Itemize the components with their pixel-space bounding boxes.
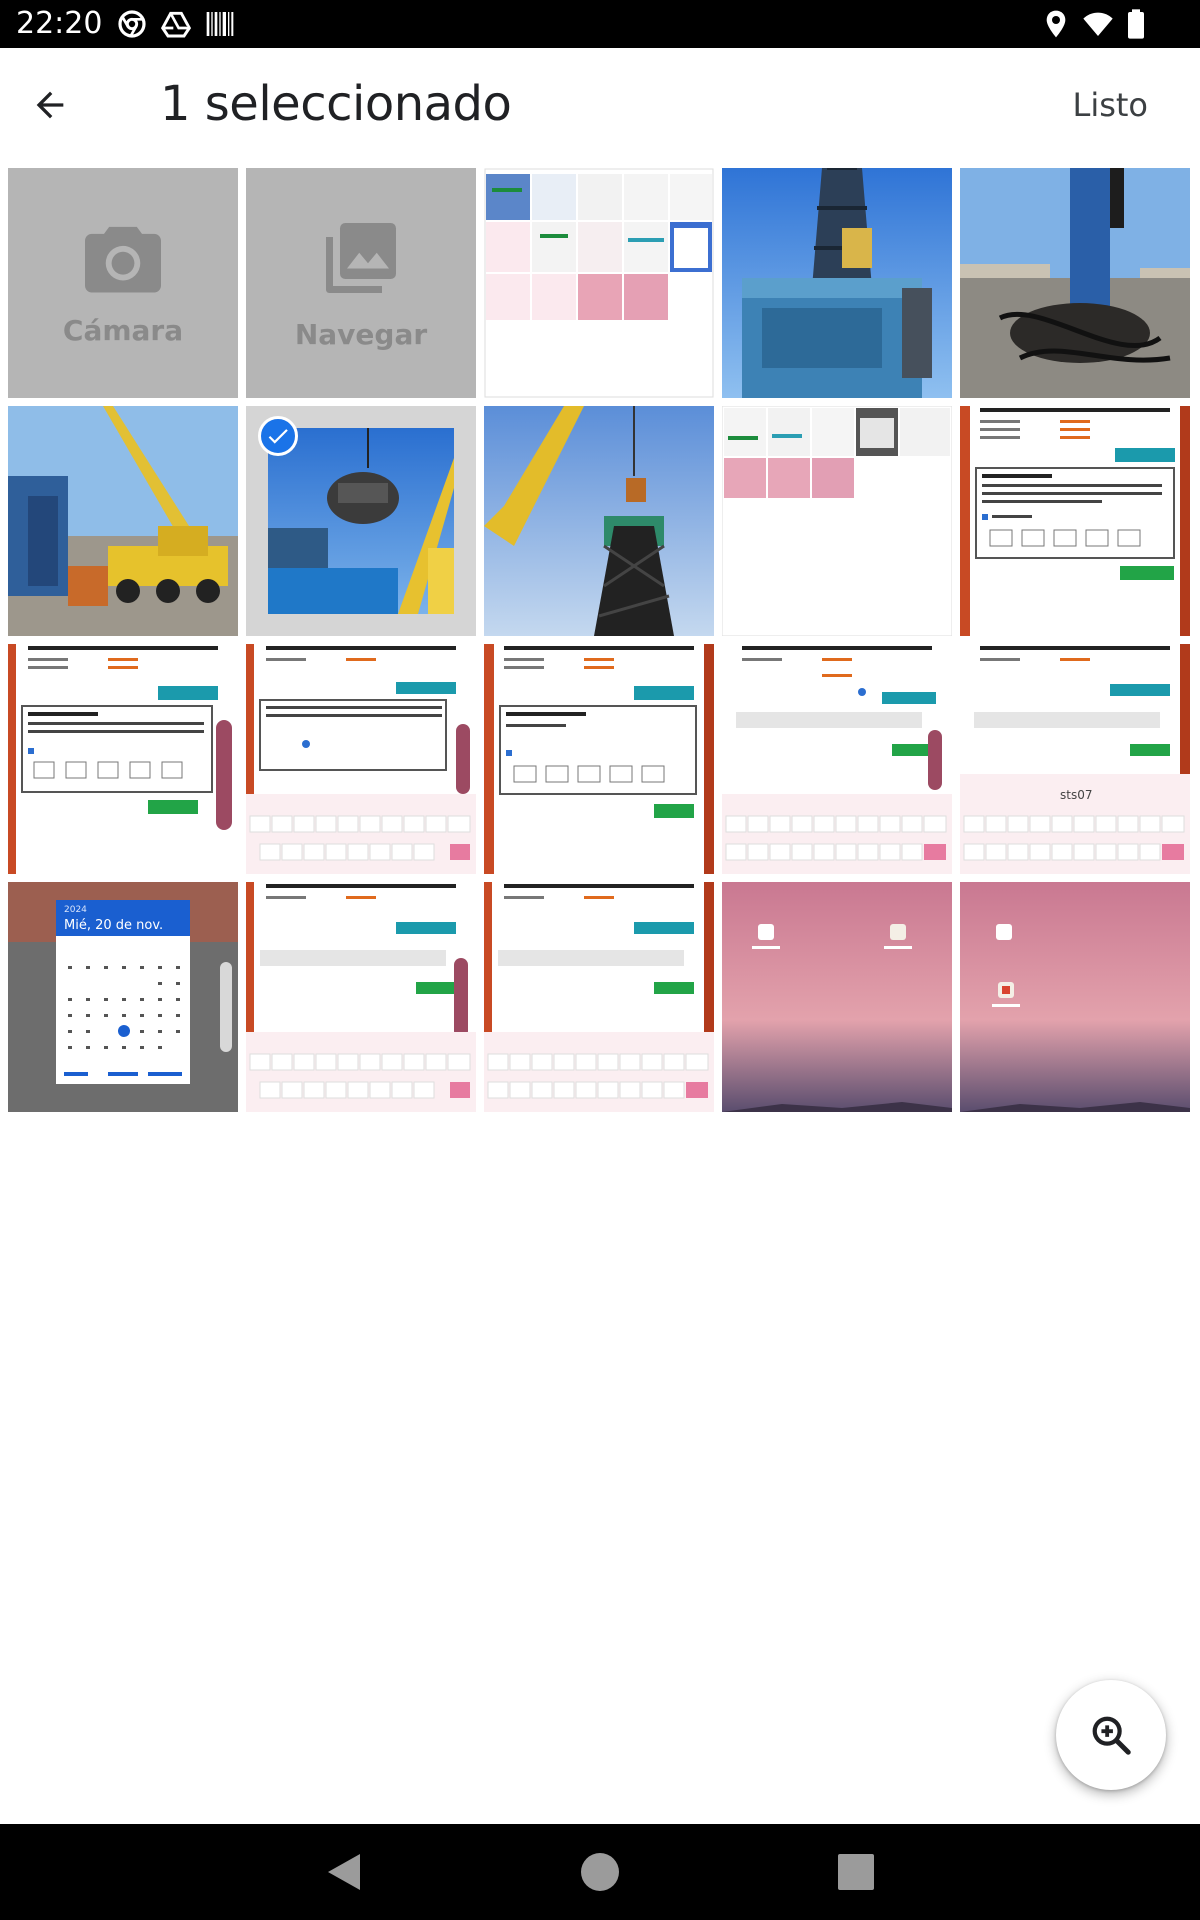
photo-library-icon: [326, 222, 396, 293]
selected-check[interactable]: [258, 416, 298, 456]
location-icon: [1046, 10, 1066, 38]
status-bar: 22:20: [0, 0, 1200, 48]
photo-thumbnail[interactable]: [484, 168, 714, 398]
photo-thumbnail[interactable]: [722, 168, 952, 398]
camera-label: Cámara: [62, 313, 184, 347]
photo-thumbnail[interactable]: [246, 882, 476, 1112]
keyboard-screenshot-image: [484, 882, 714, 1112]
blue-crane-photo: [722, 168, 952, 398]
screenshot-collage-image: [722, 406, 952, 636]
home-circle-icon[interactable]: [576, 1848, 624, 1896]
home-screen-screenshot-image: [960, 882, 1190, 1112]
done-button[interactable]: Listo: [1072, 86, 1148, 124]
browse-label: Navegar: [294, 317, 428, 351]
arrow-back-icon: [36, 91, 64, 119]
crane-tower-photo: [484, 406, 714, 636]
photo-thumbnail[interactable]: 2024 Mié, 20 de nov.: [8, 882, 238, 1112]
system-nav-bar: [0, 1824, 1200, 1920]
home-screen-screenshot-image: [722, 882, 952, 1112]
camera-icon: [85, 226, 161, 293]
photo-thumbnail[interactable]: [722, 644, 952, 874]
chrome-icon: [118, 10, 146, 38]
photo-thumbnail[interactable]: [722, 882, 952, 1112]
battery-icon: [1128, 9, 1144, 39]
keyboard-screenshot-image: sts07: [960, 644, 1190, 874]
crane-lift-photo: [268, 428, 454, 614]
photo-thumbnail[interactable]: [960, 406, 1190, 636]
form-screenshot-image: [484, 644, 714, 874]
drill-site-photo: [960, 168, 1190, 398]
back-button[interactable]: [22, 77, 78, 133]
photo-thumbnail[interactable]: [484, 882, 714, 1112]
photo-thumbnail[interactable]: [960, 168, 1190, 398]
barcode-icon: [206, 12, 234, 36]
keyboard-suggestion: sts07: [1060, 788, 1092, 802]
photo-thumbnail-selected[interactable]: [246, 406, 476, 636]
crane-truck-photo: [8, 406, 238, 636]
photo-thumbnail[interactable]: [8, 406, 238, 636]
photo-thumbnail[interactable]: [484, 406, 714, 636]
photo-thumbnail[interactable]: [484, 644, 714, 874]
zoom-button[interactable]: [1056, 1680, 1166, 1790]
keyboard-screenshot-image: [246, 882, 476, 1112]
drive-icon: [160, 11, 192, 38]
photo-thumbnail[interactable]: [960, 882, 1190, 1112]
wifi-icon: [1083, 12, 1113, 36]
checkmark-icon: [268, 429, 288, 444]
form-screenshot-image: [960, 406, 1190, 636]
photo-thumbnail[interactable]: [246, 644, 476, 874]
keyboard-screenshot-image: [246, 644, 476, 874]
date-picker-screenshot-image: 2024 Mié, 20 de nov.: [8, 882, 238, 1112]
page-title: 1 seleccionado: [160, 76, 512, 132]
recents-square-icon[interactable]: [832, 1848, 880, 1896]
photo-thumbnail[interactable]: sts07: [960, 644, 1190, 874]
photo-thumbnail[interactable]: [722, 406, 952, 636]
form-screenshot-image: [8, 644, 238, 874]
keyboard-screenshot-image: [722, 644, 952, 874]
date-picker-date: Mié, 20 de nov.: [64, 918, 163, 933]
app-bar: 1 seleccionado Listo: [0, 48, 1200, 162]
screenshot-collage-image: [484, 168, 714, 398]
zoom-in-icon: [1092, 1716, 1131, 1755]
browse-tile[interactable]: Navegar: [246, 168, 476, 398]
photo-grid: Cámara Navegar sts07 2024 Mié, 20 de nov…: [8, 168, 1192, 1112]
camera-tile[interactable]: Cámara: [8, 168, 238, 398]
photo-thumbnail[interactable]: [8, 644, 238, 874]
back-triangle-icon[interactable]: [320, 1848, 368, 1896]
status-time: 22:20: [16, 6, 103, 41]
date-picker-year: 2024: [64, 905, 87, 915]
